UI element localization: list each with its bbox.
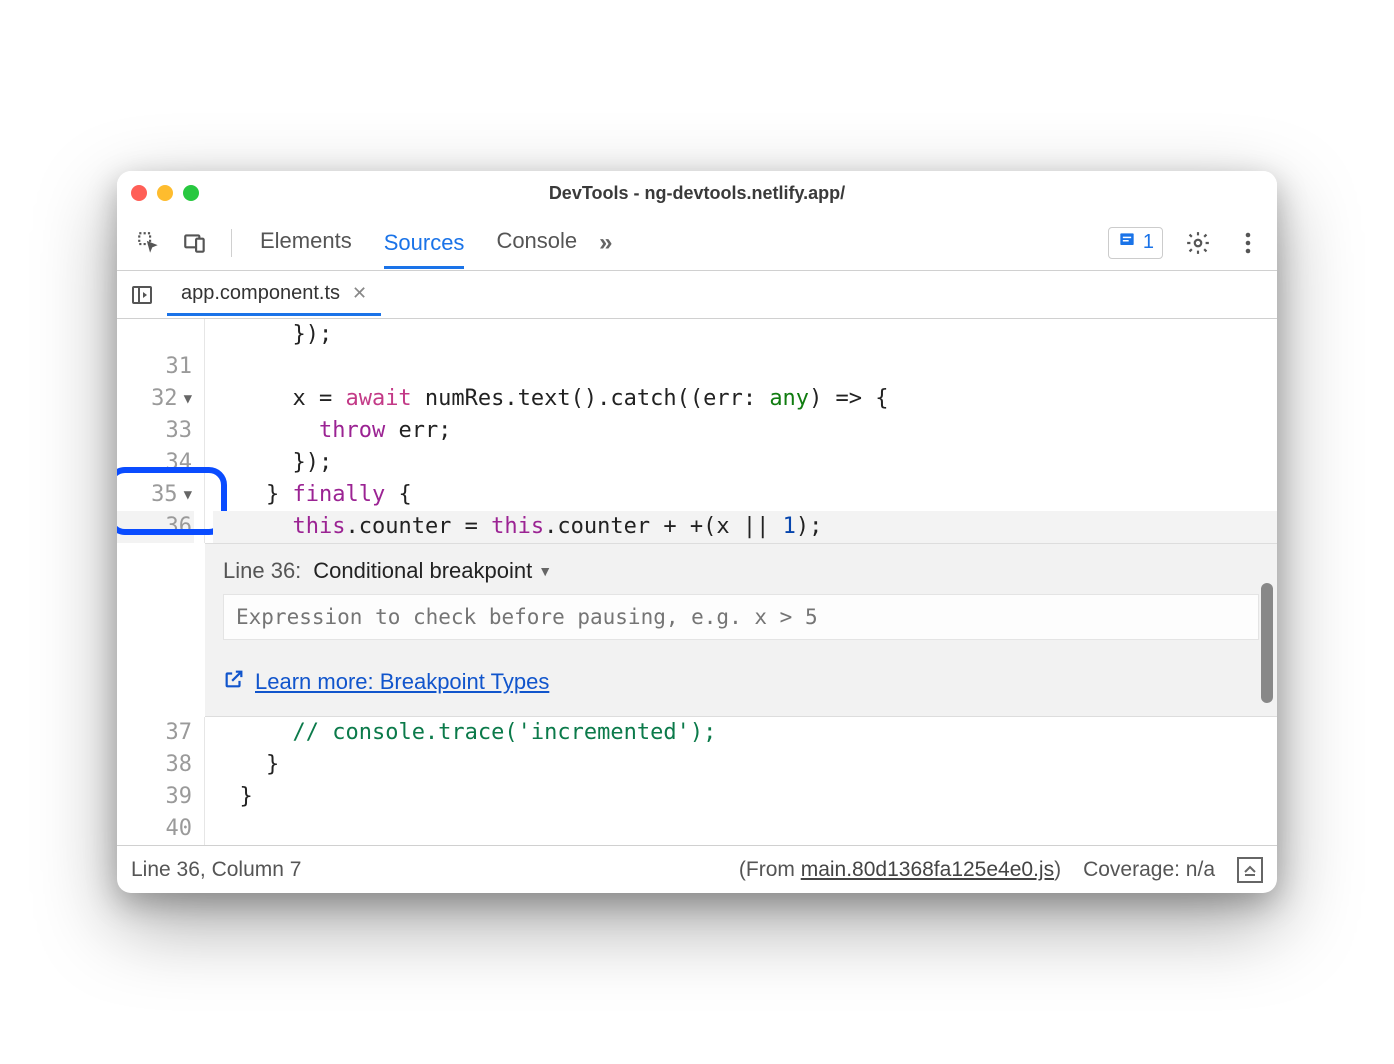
settings-icon[interactable] <box>1183 228 1213 258</box>
breakpoint-type-label: Conditional breakpoint <box>313 558 532 584</box>
code-area[interactable]: }); x = await numRes.text().catch((err: … <box>205 319 1277 543</box>
device-toolbar-icon[interactable] <box>177 225 213 261</box>
zoom-window-button[interactable] <box>183 185 199 201</box>
more-tabs-button[interactable]: » <box>599 229 612 257</box>
issues-badge[interactable]: 1 <box>1108 227 1163 259</box>
tab-console[interactable]: Console <box>496 218 577 267</box>
minimize-window-button[interactable] <box>157 185 173 201</box>
breakpoint-line-label: Line 36: <box>223 558 301 584</box>
line-number[interactable]: 34 <box>117 447 194 479</box>
line-number[interactable]: 37 <box>117 717 194 749</box>
close-window-button[interactable] <box>131 185 147 201</box>
file-tab[interactable]: app.component.ts ✕ <box>167 274 381 316</box>
learn-more-link[interactable]: Learn more: Breakpoint Types <box>223 668 1259 696</box>
code-line[interactable]: x = await numRes.text().catch((err: any)… <box>213 383 1277 415</box>
line-gutter[interactable]: 3132 ▼333435 ▼36 <box>117 319 205 543</box>
window-title: DevTools - ng-devtools.netlify.app/ <box>117 183 1277 204</box>
code-line[interactable]: this.counter = this.counter + +(x || 1); <box>213 511 1277 543</box>
line-number[interactable]: 33 <box>117 415 194 447</box>
code-line[interactable]: } finally { <box>213 479 1277 511</box>
external-link-icon <box>223 668 245 696</box>
line-number[interactable] <box>117 319 194 351</box>
chevron-down-icon: ▼ <box>538 563 552 579</box>
navigator-toggle-icon[interactable] <box>123 276 161 314</box>
code-area-after[interactable]: // console.trace('incremented'); } } <box>205 717 1277 845</box>
panel-tabs: Elements Sources Console <box>260 218 577 267</box>
code-line[interactable] <box>213 813 1277 845</box>
fold-icon[interactable]: ▼ <box>184 383 192 415</box>
source-from: (From main.80d1368fa125e4e0.js) <box>739 858 1061 882</box>
line-number[interactable]: 31 <box>117 351 194 383</box>
code-line[interactable] <box>213 351 1277 383</box>
breakpoint-condition-input[interactable] <box>223 594 1259 640</box>
statusbar: Line 36, Column 7 (From main.80d1368fa12… <box>117 845 1277 893</box>
fold-icon[interactable]: ▼ <box>184 479 192 511</box>
scrollbar-thumb[interactable] <box>1261 583 1273 703</box>
close-tab-icon[interactable]: ✕ <box>352 283 367 304</box>
breakpoint-type-dropdown[interactable]: Conditional breakpoint ▼ <box>313 558 552 584</box>
code-line[interactable]: } <box>213 781 1277 813</box>
line-number[interactable]: 38 <box>117 749 194 781</box>
tab-elements[interactable]: Elements <box>260 218 352 267</box>
line-number[interactable]: 40 <box>117 813 194 845</box>
titlebar: DevTools - ng-devtools.netlify.app/ <box>117 171 1277 215</box>
file-tab-name: app.component.ts <box>181 282 340 305</box>
breakpoint-editor: Line 36: Conditional breakpoint ▼ Learn … <box>205 543 1277 717</box>
code-editor-after: 37383940 // console.trace('incremented')… <box>117 717 1277 845</box>
code-line[interactable]: } <box>213 749 1277 781</box>
cursor-position: Line 36, Column 7 <box>131 858 301 882</box>
code-line[interactable]: }); <box>213 319 1277 351</box>
line-number[interactable]: 35 ▼ <box>117 479 194 511</box>
tab-sources[interactable]: Sources <box>384 220 465 269</box>
toolbar-divider <box>231 229 232 257</box>
coverage-label: Coverage: n/a <box>1083 858 1215 882</box>
devtools-window: DevTools - ng-devtools.netlify.app/ Elem… <box>117 171 1277 893</box>
more-options-icon[interactable] <box>1233 228 1263 258</box>
line-number[interactable]: 32 ▼ <box>117 383 194 415</box>
console-drawer-toggle[interactable] <box>1237 857 1263 883</box>
devtools-toolbar: Elements Sources Console » 1 <box>117 215 1277 271</box>
code-editor: 3132 ▼333435 ▼36 }); x = await numRes.te… <box>117 319 1277 543</box>
code-line[interactable]: }); <box>213 447 1277 479</box>
issue-count: 1 <box>1143 231 1154 254</box>
inspect-element-icon[interactable] <box>131 225 167 261</box>
source-file-link[interactable]: main.80d1368fa125e4e0.js <box>801 858 1054 881</box>
file-tabbar: app.component.ts ✕ <box>117 271 1277 319</box>
code-line[interactable]: throw err; <box>213 415 1277 447</box>
code-line[interactable]: // console.trace('incremented'); <box>213 717 1277 749</box>
line-number[interactable]: 36 <box>117 511 194 543</box>
issue-icon <box>1117 230 1137 256</box>
learn-more-label: Learn more: Breakpoint Types <box>255 669 549 695</box>
traffic-lights <box>131 185 199 201</box>
line-gutter-after[interactable]: 37383940 <box>117 717 205 845</box>
line-number[interactable]: 39 <box>117 781 194 813</box>
